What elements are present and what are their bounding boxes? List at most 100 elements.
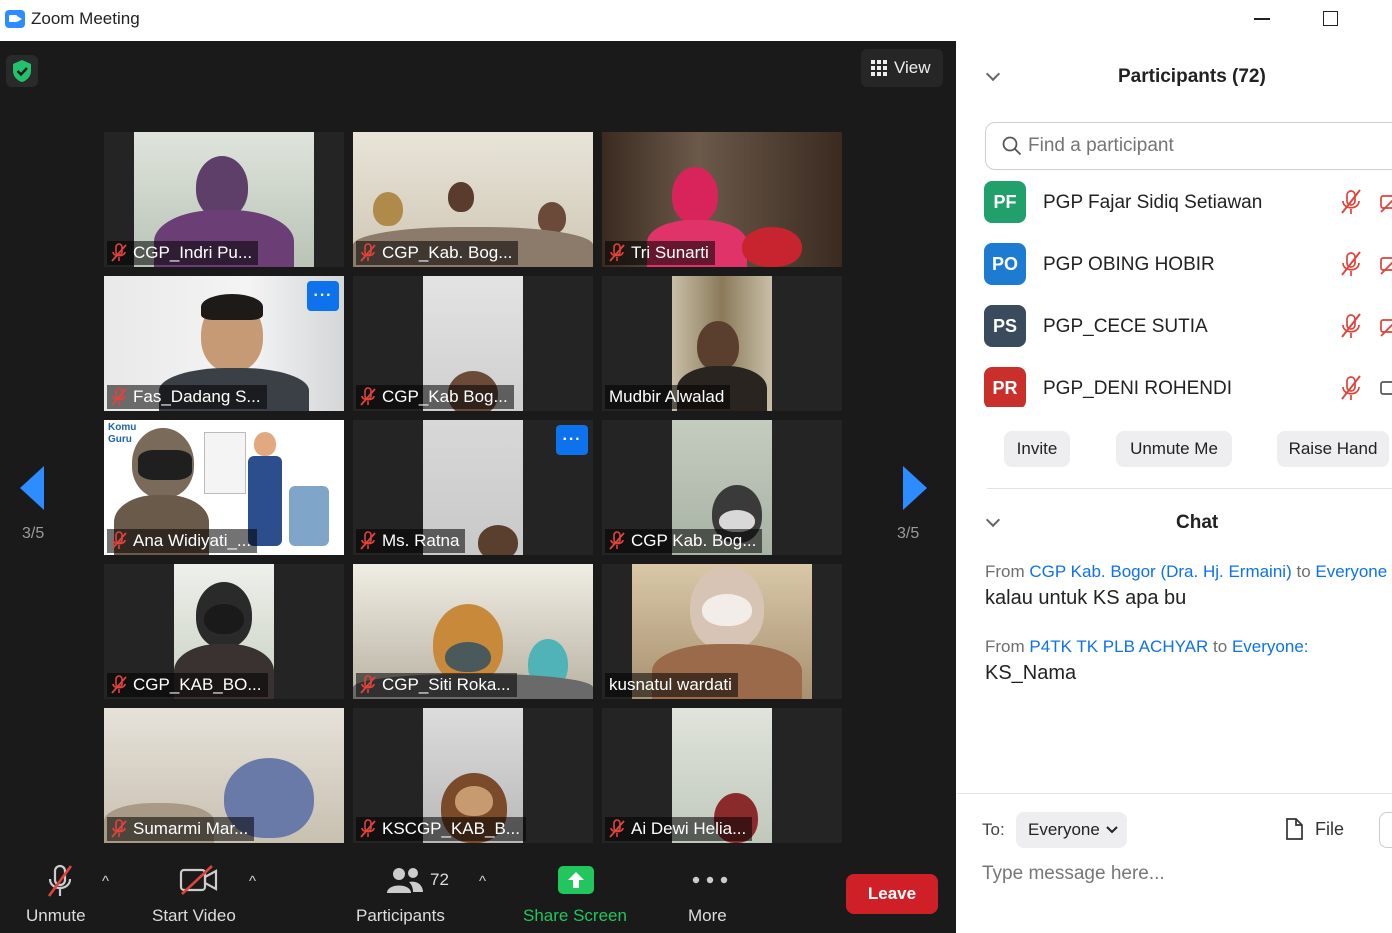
mic-muted-icon[interactable]	[1340, 313, 1362, 339]
video-tile[interactable]: CGP_Indri Pu...	[104, 132, 344, 267]
participant-row[interactable]: PS PGP_CECE SUTIA	[984, 303, 1392, 365]
participants-title: Participants (72)	[1118, 66, 1266, 87]
meeting-toolbar: Unmute ^ Start Video ^ 72 Participants ^…	[0, 853, 956, 933]
chevron-down-icon	[1106, 826, 1118, 834]
collapse-chat-chevron-icon[interactable]	[985, 512, 1001, 528]
start-video-label: Start Video	[152, 906, 236, 925]
video-tile[interactable]: CGP_KAB_BO...	[104, 564, 344, 699]
leave-button[interactable]: Leave	[846, 874, 938, 914]
video-off-icon[interactable]	[1380, 191, 1392, 213]
video-off-icon[interactable]	[1380, 315, 1392, 337]
video-tile[interactable]: CGP Kab. Bog...	[602, 420, 842, 555]
video-tile[interactable]: Sumarmi Mar...	[104, 708, 344, 843]
chat-sender-link[interactable]: CGP Kab. Bogor (Dra. Hj. Ermaini)	[1029, 562, 1291, 581]
minimize-button[interactable]	[1254, 18, 1270, 20]
video-tile[interactable]: Komu Guru Ana Widiyati_...	[104, 420, 344, 555]
mic-muted-icon	[360, 531, 376, 550]
page-indicator-right: 3/5	[897, 525, 920, 542]
participant-name-tag: KSCGP_KAB_B...	[356, 817, 526, 841]
collapse-participants-chevron-icon[interactable]	[985, 66, 1001, 82]
video-tile[interactable]: Ai Dewi Helia...	[602, 708, 842, 843]
mic-muted-icon	[47, 864, 73, 897]
participant-name-tag: Ana Widiyati_...	[107, 529, 258, 553]
mic-muted-icon[interactable]	[1340, 251, 1362, 277]
raise-hand-button[interactable]: Raise Hand	[1277, 431, 1389, 467]
file-button[interactable]: File	[1285, 818, 1344, 840]
invite-button[interactable]: Invite	[1004, 431, 1070, 467]
mic-muted-icon	[360, 243, 376, 262]
participant-search-input[interactable]	[1028, 135, 1388, 157]
participant-name: CGP_Kab. Bog...	[382, 243, 513, 262]
page-indicator-left: 3/5	[22, 525, 45, 542]
participant-row-name: PGP_CECE SUTIA	[1043, 316, 1208, 337]
from-label: From	[985, 562, 1025, 581]
search-icon	[1002, 136, 1022, 156]
mic-muted-icon	[360, 819, 376, 838]
participant-row[interactable]: PR PGP_DENI ROHENDI	[984, 365, 1392, 407]
audio-options-caret[interactable]: ^	[102, 873, 109, 890]
share-screen-label: Share Screen	[523, 906, 627, 925]
participant-name: CGP_Siti Roka...	[382, 675, 511, 694]
unmute-label: Unmute	[26, 906, 86, 925]
participant-name: kusnatul wardati	[609, 675, 732, 694]
zoom-app-icon	[5, 10, 25, 28]
video-tile[interactable]: KSCGP_KAB_B...	[353, 708, 593, 843]
video-off-icon	[179, 865, 218, 895]
recipient-select[interactable]: Everyone	[1016, 812, 1127, 848]
unmute-me-button[interactable]: Unmute Me	[1116, 431, 1232, 467]
participant-row-name: PGP_DENI ROHENDI	[1043, 378, 1232, 399]
video-tile[interactable]: kusnatul wardati	[602, 564, 842, 699]
video-tile[interactable]: ··· Ms. Ratna	[353, 420, 593, 555]
participant-name: Ms. Ratna	[382, 531, 460, 550]
video-tile[interactable]: CGP_Kab. Bog...	[353, 132, 593, 267]
participant-name-tag: Tri Sunarti	[605, 241, 715, 265]
chat-recipient-link[interactable]: Everyone:	[1232, 637, 1309, 656]
panel-divider	[987, 488, 1392, 489]
mic-muted-icon	[111, 675, 127, 694]
participant-name: CGP_Kab Bog...	[382, 387, 508, 406]
video-tile[interactable]: Mudbir Alwalad	[602, 276, 842, 411]
participant-name-tag: kusnatul wardati	[605, 673, 738, 697]
participant-name-tag: Sumarmi Mar...	[107, 817, 255, 841]
video-options-caret[interactable]: ^	[249, 873, 256, 890]
previous-page-arrow-icon[interactable]	[20, 466, 44, 510]
participant-name-tag: Ms. Ratna	[356, 529, 466, 553]
participants-count: 72	[430, 870, 449, 889]
view-button[interactable]: View	[861, 49, 943, 87]
video-icon[interactable]	[1380, 377, 1392, 399]
participant-name: Mudbir Alwalad	[609, 387, 725, 406]
participant-menu-button[interactable]: ···	[307, 281, 339, 311]
from-label: From	[985, 637, 1025, 656]
meeting-area: View 3/5 3/5 CGP_Indri Pu... CGP_Kab. Bo…	[0, 41, 956, 933]
participant-row[interactable]: PF PGP Fajar Sidiq Setiawan	[984, 179, 1392, 241]
chat-message-header: From CGP Kab. Bogor (Dra. Hj. Ermaini) t…	[985, 562, 1387, 582]
title-bar: Zoom Meeting	[0, 0, 1392, 40]
chat-message-input[interactable]	[982, 859, 1382, 889]
video-tile[interactable]: ··· Fas_Dadang S...	[104, 276, 344, 411]
chat-more-button[interactable]	[1379, 812, 1392, 848]
chat-sender-link[interactable]: P4TK TK PLB ACHYAR	[1029, 637, 1208, 656]
participant-name: Ai Dewi Helia...	[631, 819, 747, 838]
more-label: More	[688, 906, 727, 925]
participant-name-tag: Mudbir Alwalad	[605, 385, 731, 409]
participants-label: Participants	[356, 906, 445, 925]
mic-muted-icon[interactable]	[1340, 375, 1362, 401]
file-icon	[1286, 818, 1303, 840]
video-grid: CGP_Indri Pu... CGP_Kab. Bog... Tri Suna…	[104, 132, 844, 843]
video-tile[interactable]: Tri Sunarti	[602, 132, 842, 267]
more-dots-icon	[692, 876, 728, 884]
maximize-button[interactable]	[1323, 11, 1338, 26]
avatar: PO	[984, 243, 1026, 285]
participant-menu-button[interactable]: ···	[556, 425, 588, 455]
chat-recipient-link[interactable]: Everyone	[1315, 562, 1387, 581]
chat-footer-divider	[957, 793, 1392, 794]
participant-row[interactable]: PO PGP OBING HOBIR	[984, 241, 1392, 303]
mic-muted-icon[interactable]	[1340, 189, 1362, 215]
participants-options-caret[interactable]: ^	[479, 873, 486, 890]
video-tile[interactable]: CGP_Siti Roka...	[353, 564, 593, 699]
video-off-icon[interactable]	[1380, 253, 1392, 275]
video-tile[interactable]: CGP_Kab Bog...	[353, 276, 593, 411]
next-page-arrow-icon[interactable]	[903, 466, 927, 510]
security-shield-icon[interactable]	[6, 55, 38, 87]
participant-search-box[interactable]	[985, 122, 1392, 170]
